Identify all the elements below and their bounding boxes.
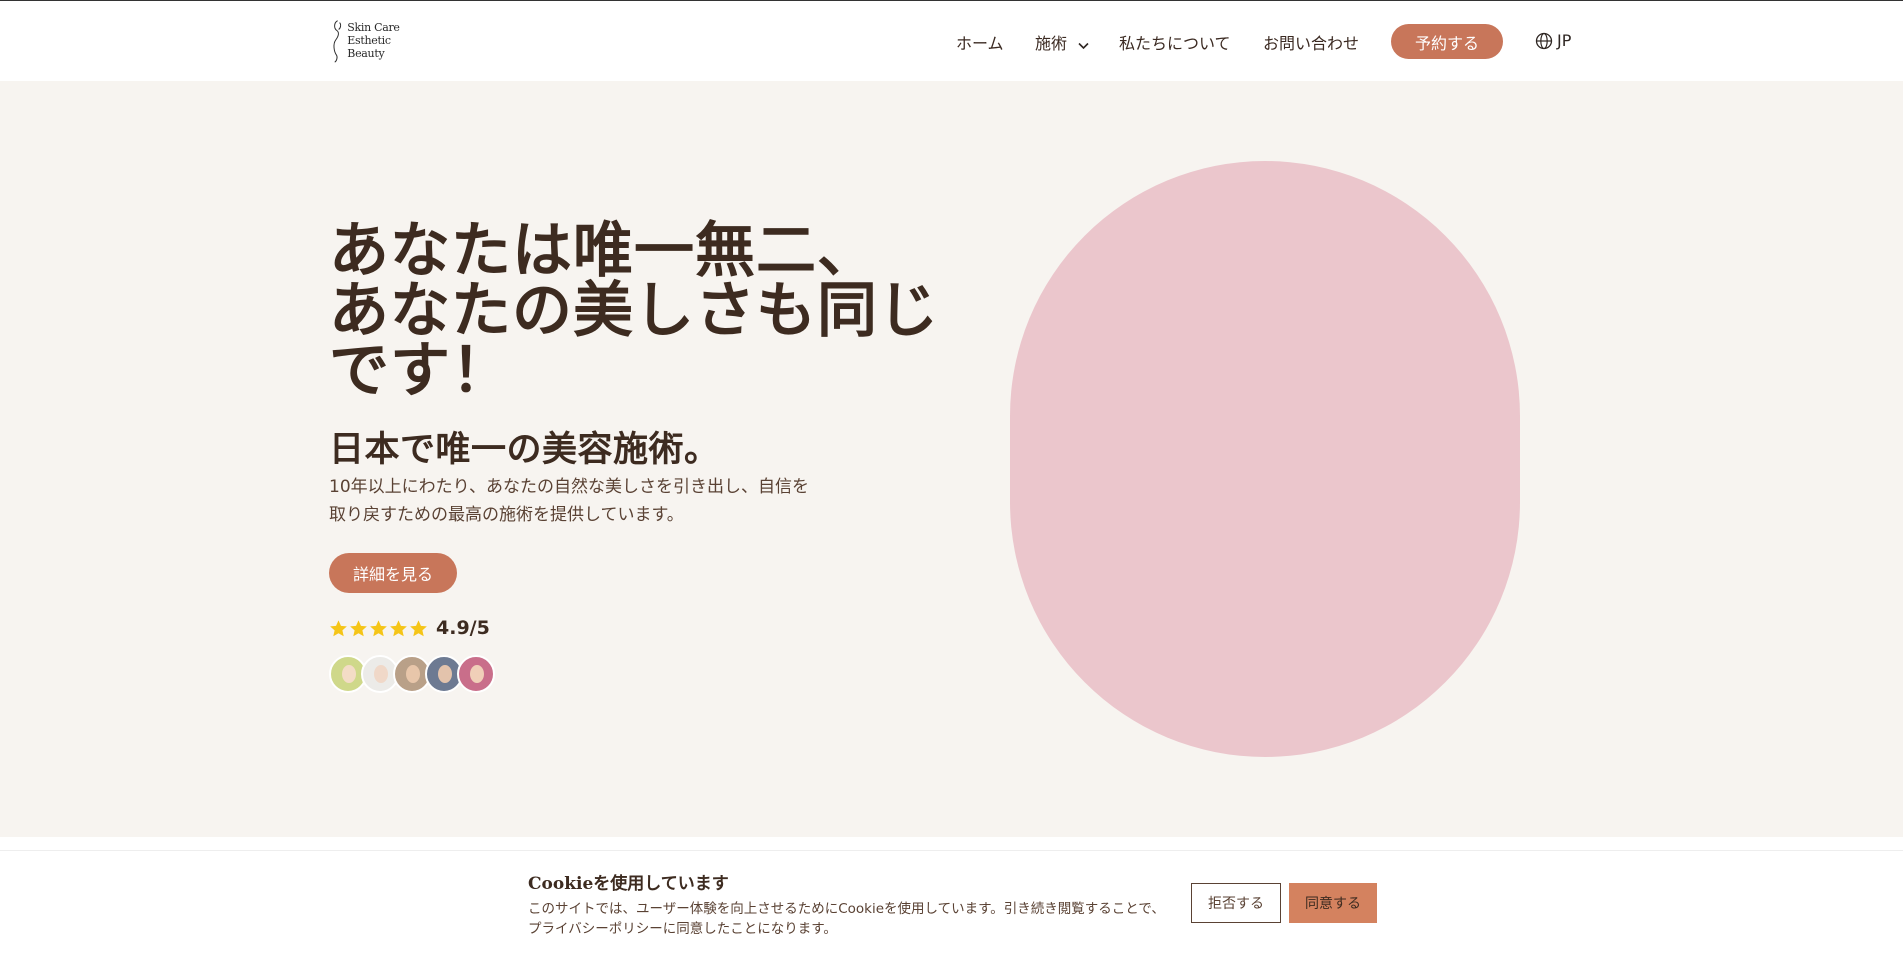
logo-figure-icon: [333, 20, 342, 63]
site-logo[interactable]: Skin Care Esthetic Beauty: [328, 15, 428, 65]
hero-title-line3: です！: [329, 336, 512, 406]
hero-title-line2: あなたの美しさも同じ: [329, 276, 939, 346]
chevron-down-icon: [1078, 35, 1089, 54]
star-icon: [330, 619, 347, 636]
rating: 4.9/5: [329, 617, 490, 639]
nav-about[interactable]: 私たちについて: [1119, 30, 1231, 54]
logo-text: Skin Care Esthetic Beauty: [347, 21, 428, 60]
star-icon: [410, 619, 427, 636]
nav-home[interactable]: ホーム: [956, 30, 1004, 54]
logo-line1: Skin Care: [347, 20, 400, 34]
hero-image-placeholder: [1010, 161, 1520, 757]
rating-value: 4.9/5: [436, 617, 490, 639]
hero-title: あなたは唯一無二、 あなたの美しさも同じ です！: [329, 221, 969, 401]
customer-avatars: [329, 655, 495, 693]
logo-line2: Esthetic Beauty: [347, 33, 391, 60]
site-header: Skin Care Esthetic Beauty ホーム 施術 私たちについて…: [0, 1, 1903, 81]
hero-section: あなたは唯一無二、 あなたの美しさも同じ です！ 日本で唯一の美容施術。 10年…: [0, 81, 1903, 837]
nav-about-label: 私たちについて: [1119, 34, 1231, 53]
hero-description: 10年以上にわたり、あなたの自然な美しさを引き出し、自信を 取り戻すための最高の…: [329, 473, 849, 529]
hero-desc-line1: 10年以上にわたり、あなたの自然な美しさを引き出し、自信を: [329, 477, 809, 497]
details-button[interactable]: 詳細を見る: [329, 553, 457, 593]
cookie-title: Cookieを使用しています: [528, 874, 729, 894]
hero-title-line1: あなたは唯一無二、: [329, 216, 878, 286]
star-icon: [350, 619, 367, 636]
cookie-accept-button[interactable]: 同意する: [1289, 883, 1377, 923]
nav-home-label: ホーム: [956, 34, 1004, 53]
cookie-banner: Cookieを使用しています このサイトでは、ユーザー体験を向上させるためにCo…: [0, 850, 1903, 953]
language-label: JP: [1557, 31, 1572, 50]
nav-treatments[interactable]: 施術: [1035, 30, 1089, 54]
language-selector[interactable]: JP: [1535, 31, 1571, 50]
star-icon: [370, 619, 387, 636]
cookie-decline-button[interactable]: 拒否する: [1191, 883, 1281, 923]
globe-icon: [1535, 32, 1553, 49]
nav-treatments-label: 施術: [1035, 34, 1068, 53]
star-icon: [390, 619, 407, 636]
rating-stars: [329, 619, 428, 638]
cookie-text: このサイトでは、ユーザー体験を向上させるためにCookieを使用しています。引き…: [528, 899, 1168, 939]
avatar: [457, 655, 495, 693]
cookie-text-line1: このサイトでは、ユーザー体験を向上させるためにCookieを使用しています。引き…: [528, 901, 1165, 917]
nav-contact[interactable]: お問い合わせ: [1263, 30, 1359, 54]
hero-subtitle: 日本で唯一の美容施術。: [329, 430, 720, 470]
hero-desc-line2: 取り戻すための最高の施術を提供しています。: [329, 505, 684, 525]
nav-contact-label: お問い合わせ: [1263, 34, 1360, 53]
cookie-text-line2: プライバシーポリシーに同意したことになります。: [528, 921, 837, 937]
book-button[interactable]: 予約する: [1391, 24, 1503, 59]
